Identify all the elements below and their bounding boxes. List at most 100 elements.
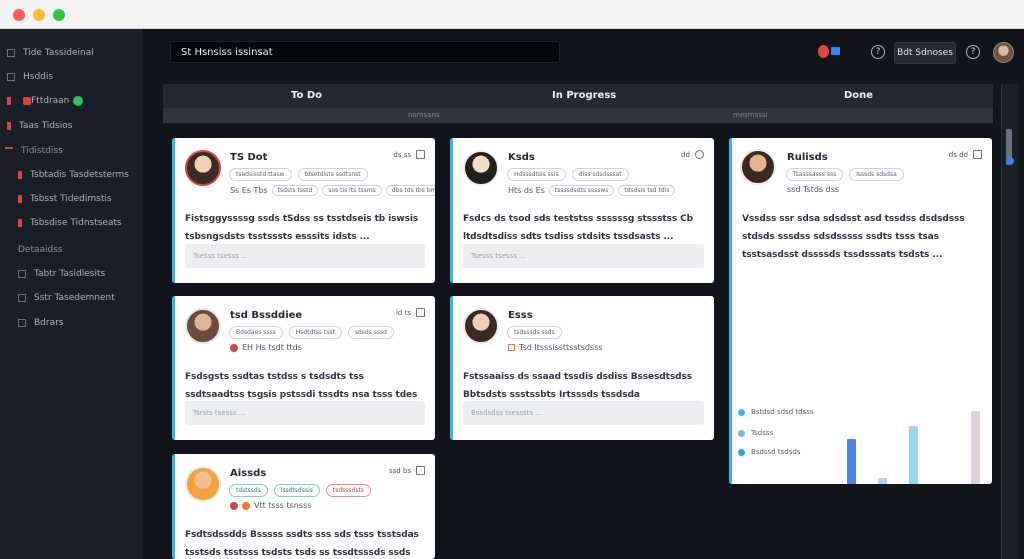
task-card[interactable]: tsd Bssddiee id ts Bdsdaes ssss Hsdtdtss… <box>172 296 435 440</box>
legend-label: Bsdssd tsdsds <box>751 448 801 456</box>
card-tag-row: tsdsssds ssds <box>507 326 562 339</box>
legend-label: Tsdsss <box>751 429 774 437</box>
priority-icon <box>230 501 238 510</box>
sidebar-section-heading: Tidistdiss <box>5 142 147 160</box>
maximize-window-button[interactable] <box>53 9 65 21</box>
more-icon[interactable] <box>695 308 704 317</box>
card-footer[interactable]: Tsesss tsesss ... <box>185 244 425 268</box>
card-tag: lsssds sdsdsa <box>849 168 904 181</box>
card-title: Rulisds <box>787 152 828 163</box>
task-card[interactable]: Aissds ssd bs tdstssds lssdtsdssis tsdss… <box>172 454 435 559</box>
card-title: TS Dot <box>230 152 268 163</box>
sidebar-item-team-b[interactable]: Tsbsst Tidedimstis <box>18 190 160 208</box>
card-footer[interactable]: Tsrsts tsesss ... <box>185 401 425 425</box>
card-actions[interactable]: ds ss <box>393 150 425 159</box>
card-tag-row: Tsasssasss sss lsssds sdsdsa <box>786 168 904 181</box>
card-meta: ssd Tstds dss <box>787 185 839 194</box>
card-action-text: ssd bs <box>388 466 411 475</box>
card-avatar <box>185 150 221 186</box>
card-actions[interactable]: dd <box>681 150 704 159</box>
sidebar-item-dashboard[interactable]: Tide Tassideinal <box>7 44 149 62</box>
sidebar-item-feedback[interactable]: Fttdraan <box>7 92 149 110</box>
sidebar-section-heading: Detaaidss <box>18 241 160 259</box>
chart-bar <box>847 439 856 484</box>
card-meta-tag: tssssdsdts ssssws <box>548 185 615 196</box>
card-actions[interactable]: ssd bs <box>389 466 425 475</box>
notifications-indicator[interactable] <box>818 44 840 58</box>
card-body: Fsdcs ds tsod sds teststss ssssssg stsss… <box>463 214 694 242</box>
card-tag: lssdtsdssis <box>273 484 320 497</box>
help-icon[interactable]: ? <box>871 45 885 59</box>
sidebar: Tide Tassideinal Hsddis Fttdraan Taas Ti… <box>0 29 142 559</box>
card-tag: Hdsssdtsis ssis <box>507 168 566 181</box>
settings-icon[interactable]: ? <box>966 45 980 59</box>
card-meta-text: Tsd Itsssissttsstsdsss <box>519 343 603 352</box>
sidebar-item-team-c[interactable]: Tsbsdise Tidnstseats <box>18 214 160 232</box>
search-input-text: St Hsnsiss issinsat <box>181 46 273 58</box>
sidebar-item-label: Tide Tassideinal <box>23 48 94 58</box>
card-title: Aissds <box>230 468 267 479</box>
legend-swatch <box>738 429 745 437</box>
team-icon <box>18 195 22 203</box>
sidebar-item-reports[interactable]: Sstr Tasedemnent <box>18 289 160 307</box>
card-title: Esss <box>508 310 533 321</box>
sidebar-item-tasks[interactable]: Taas Tidsios <box>7 117 149 135</box>
card-tag: tsdsssdsts <box>325 484 371 497</box>
status-icon[interactable] <box>695 150 704 159</box>
card-tag-row: Hdsssdtsis ssis diss sdsdsssat <box>507 168 629 181</box>
card-actions[interactable]: ds dd <box>949 150 982 159</box>
search-input[interactable]: St Hsnsiss issinsat <box>170 41 560 63</box>
message-icon <box>831 47 840 55</box>
column-title-todo: To Do <box>291 90 323 101</box>
right-rail-indicator <box>1006 157 1014 165</box>
card-action-text: dd <box>681 150 690 159</box>
app-window: Tide Tassideinal Hsddis Fttdraan Taas Ti… <box>0 0 1024 559</box>
minimize-window-button[interactable] <box>33 9 45 21</box>
sidebar-item-label: Fttdraan <box>31 96 70 106</box>
summary-card[interactable]: Rulisds ds dd Tsasssasss sss lsssds sdsd… <box>729 138 992 484</box>
sidebar-item-inbox[interactable]: Hsddis <box>7 68 149 86</box>
task-card[interactable]: TS Dot ds ss tsadsisstd ttasw tdsotdlsts… <box>172 138 435 283</box>
card-footer[interactable]: Bssdsdss tsesssts ... <box>463 401 704 425</box>
card-title: Ksds <box>508 152 535 163</box>
card-tag: Tsasssasss sss <box>786 168 844 181</box>
sidebar-item-archive[interactable]: Bdrars <box>18 314 160 332</box>
notification-badge <box>818 44 830 58</box>
sidebar-item-label: Tsbsst Tidedimstis <box>30 194 112 204</box>
card-meta-text: ssd Tstds dss <box>787 185 840 194</box>
card-meta: EH Hs tsdt ttds <box>230 343 302 352</box>
card-meta-text: Ss Es Tbs <box>230 186 268 195</box>
expand-icon[interactable] <box>973 150 982 159</box>
sidebar-item-label: Hsddis <box>23 72 54 82</box>
user-avatar[interactable] <box>993 42 1014 63</box>
checkbox-icon[interactable] <box>416 150 425 159</box>
card-meta-tag: dbs tds tbs bmus <box>385 185 435 196</box>
card-avatar <box>185 466 221 502</box>
sidebar-section-label: Tidistdiss <box>21 146 63 156</box>
team-icon <box>18 219 22 227</box>
task-icon <box>7 122 11 130</box>
legend-swatch <box>738 408 745 416</box>
card-footer[interactable]: Tsesss tsesss ... <box>463 244 704 268</box>
checkbox-icon[interactable] <box>416 466 425 475</box>
top-action-button[interactable]: Bdt Sdnoses <box>894 42 956 64</box>
sidebar-item-settings[interactable]: Tabtr Tasidlesits <box>18 265 160 283</box>
card-action-text: ds dd <box>948 150 968 159</box>
card-meta-tag: tdsdsis tsd tdis <box>618 185 676 196</box>
close-window-button[interactable] <box>13 9 25 21</box>
card-tag-row: Bdsdaes ssss Hsdtdtss tsst sdsds sssd <box>229 326 394 339</box>
legend-label: Bstdsd sdsd tdsss <box>751 408 814 416</box>
card-tag-row: tsadsisstd ttasw tdsotdlsts ssdtsnst <box>229 168 368 181</box>
team-icon <box>18 171 22 179</box>
card-action-text: id ts <box>395 308 411 317</box>
card-tag: Bdsdaes ssss <box>229 326 283 339</box>
chart-bar <box>971 410 980 484</box>
sidebar-item-label: Taas Tidsios <box>19 121 73 131</box>
task-card[interactable]: Esss tsdsssds ssds Tsd Itsssissttsstsdss… <box>450 296 714 440</box>
card-tag: sdsds sssd <box>347 326 394 339</box>
card-actions[interactable]: id ts <box>396 308 425 317</box>
card-actions[interactable] <box>695 308 704 317</box>
task-card[interactable]: Ksds dd Hdsssdtsis ssis diss sdsdsssat H… <box>450 138 714 283</box>
checkbox-icon[interactable] <box>416 308 425 317</box>
sidebar-item-team-a[interactable]: Tsbtadis Tasdetsterms <box>18 166 160 184</box>
